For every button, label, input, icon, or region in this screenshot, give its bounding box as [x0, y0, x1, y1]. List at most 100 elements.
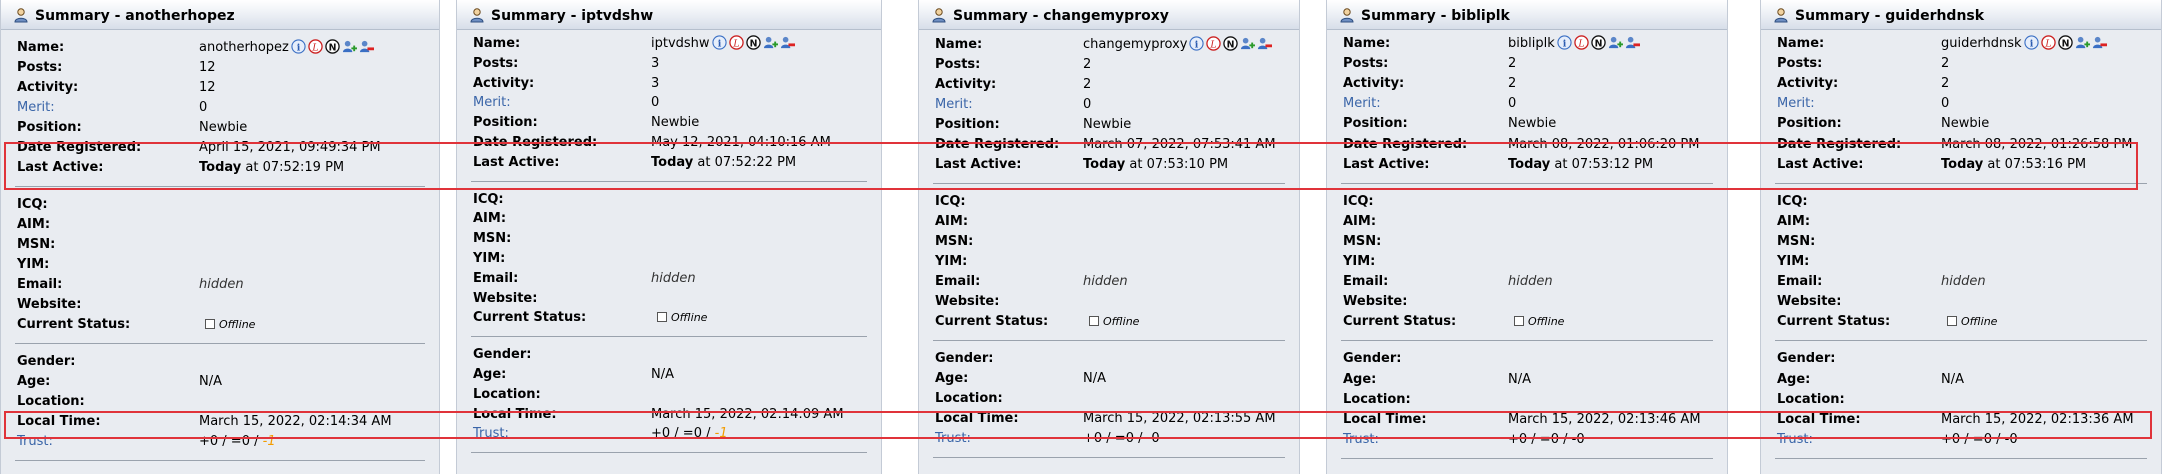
yim-label: YIM: — [1777, 254, 1810, 269]
row-merit: Merit: 0 — [1761, 94, 2161, 114]
local-time-value: March 15, 2022, 02:13:46 AM — [1508, 411, 1701, 427]
email-value: hidden — [1508, 272, 1553, 292]
status-text: Offline — [219, 318, 256, 331]
last-active-label: Last Active: — [1777, 156, 1864, 172]
posts-label: Posts: — [1777, 56, 1823, 72]
row-yim: YIM: — [457, 249, 881, 269]
age-value: N/A — [651, 367, 674, 382]
user-summary-icon — [1339, 7, 1355, 23]
current-status-value: Offline — [657, 308, 707, 328]
svg-text:i: i — [297, 42, 301, 53]
posts-value: 3 — [651, 55, 660, 71]
website-label: Website: — [1777, 294, 1842, 310]
current-status-label: Current Status: — [1343, 314, 1457, 330]
aim-label: AIM: — [1343, 213, 1377, 229]
date-registered-label: Date Registered: — [473, 135, 598, 150]
section-divider — [1775, 457, 2147, 459]
svg-text:N: N — [1594, 38, 1602, 49]
trust-negative-value: -1 — [714, 426, 728, 442]
merit-label[interactable]: Merit: — [17, 98, 55, 118]
website-label: Website: — [17, 297, 82, 312]
panel-title: Summary - guiderhdnsk — [1795, 8, 1985, 24]
yim-label: YIM: — [17, 257, 50, 272]
status-text: Offline — [1528, 315, 1565, 329]
trust-label[interactable]: Trust: — [935, 429, 971, 449]
merit-value: 0 — [1941, 96, 1950, 112]
row-icq: ICQ: — [1327, 192, 1727, 212]
section-divider — [933, 183, 1285, 184]
row-trust: Trust: +0 / =0 / -0 — [919, 429, 1299, 449]
merit-label[interactable]: Merit: — [1777, 94, 1815, 114]
svg-text:i: i — [1562, 38, 1566, 49]
website-label: Website: — [473, 290, 538, 306]
row-name: Name: guiderhdnsk i L N — [1761, 34, 2161, 54]
row-location: Location: — [1327, 390, 1727, 410]
row-age: Age: N/A — [457, 365, 881, 385]
local-time-label: Local Time: — [1343, 411, 1427, 427]
row-local-time: Local Time: March 15, 2022, 02:14:34 AM — [1, 412, 439, 432]
trust-value: +0 / =0 / -0 — [1083, 431, 1160, 446]
email-hidden-text: hidden — [1941, 274, 1986, 290]
row-local-time: Local Time: March 15, 2022, 02:14:09 AM — [457, 405, 881, 425]
age-value: N/A — [1508, 371, 1531, 387]
svg-text:N: N — [1227, 39, 1235, 50]
posts-value: 2 — [1941, 56, 1950, 72]
row-trust: Trust: +0 / =0 / -1 — [1, 432, 439, 452]
today-label: Today — [199, 160, 242, 175]
row-website: Website: — [457, 289, 881, 309]
email-hidden-text: hidden — [199, 277, 244, 292]
age-value: N/A — [1941, 371, 1964, 387]
trust-negative-value: -1 — [262, 434, 276, 449]
row-aim: AIM: — [457, 209, 881, 229]
row-email: Email: hidden — [1, 275, 439, 295]
email-label: Email: — [935, 274, 981, 289]
panel-title: Summary - iptvdshw — [491, 8, 654, 24]
position-value: Newbie — [1083, 117, 1132, 132]
merit-value: 0 — [199, 100, 208, 115]
email-hidden-text: hidden — [1083, 274, 1128, 289]
row-posts: Posts: 3 — [457, 54, 881, 74]
aim-label: AIM: — [1777, 213, 1811, 229]
row-aim: AIM: — [1761, 212, 2161, 232]
date-registered-label: Date Registered: — [1777, 136, 1902, 152]
last-active-value: Today at 07:52:22 PM — [651, 154, 797, 170]
row-gender: Gender: — [919, 349, 1299, 369]
local-time-label: Local Time: — [1777, 411, 1861, 427]
trust-label[interactable]: Trust: — [1343, 430, 1379, 450]
row-age: Age: N/A — [1, 372, 439, 392]
row-posts: Posts: 2 — [919, 55, 1299, 75]
merit-value: 0 — [651, 95, 660, 111]
section-divider — [1341, 182, 1713, 184]
trust-label[interactable]: Trust: — [473, 424, 509, 444]
trust-label[interactable]: Trust: — [17, 432, 53, 452]
row-current-status: Current Status: Offline — [919, 312, 1299, 332]
row-posts: Posts: 2 — [1761, 54, 2161, 74]
row-icq: ICQ: — [1761, 192, 2161, 212]
profile-summary-panel: Summary - bibliplk Name: bibliplk i L N Posts… — [1326, 0, 1728, 474]
section-divider — [471, 452, 867, 454]
row-last-active: Last Active: Today at 07:52:19 PM — [1, 158, 439, 178]
row-name: Name: bibliplk i L N — [1327, 34, 1727, 54]
section-divider — [471, 336, 867, 338]
row-merit: Merit: 0 — [1, 98, 439, 118]
location-label: Location: — [17, 394, 85, 409]
merit-label[interactable]: Merit: — [1343, 94, 1381, 114]
merit-label[interactable]: Merit: — [935, 95, 973, 115]
row-msn: MSN: — [1, 235, 439, 255]
row-position: Position: Newbie — [1, 118, 439, 138]
email-label: Email: — [17, 277, 63, 292]
row-date-registered: Date Registered: March 08, 2022, 01:26:58… — [1761, 135, 2161, 155]
activity-value: 12 — [199, 80, 216, 95]
row-last-active: Last Active: Today at 07:53:16 PM — [1761, 155, 2161, 175]
row-last-active: Last Active: Today at 07:52:22 PM — [457, 153, 881, 173]
position-value: Newbie — [651, 115, 700, 131]
email-value: hidden — [199, 275, 244, 295]
today-label: Today — [651, 154, 694, 170]
website-label: Website: — [935, 294, 1000, 309]
trust-label[interactable]: Trust: — [1777, 430, 1813, 450]
row-current-status: Current Status: Offline — [1761, 312, 2161, 332]
trust-value: +0 / =0 / -1 — [651, 426, 728, 442]
row-activity: Activity: 2 — [1327, 74, 1727, 94]
merit-label[interactable]: Merit: — [473, 93, 511, 113]
section-divider — [15, 343, 425, 344]
